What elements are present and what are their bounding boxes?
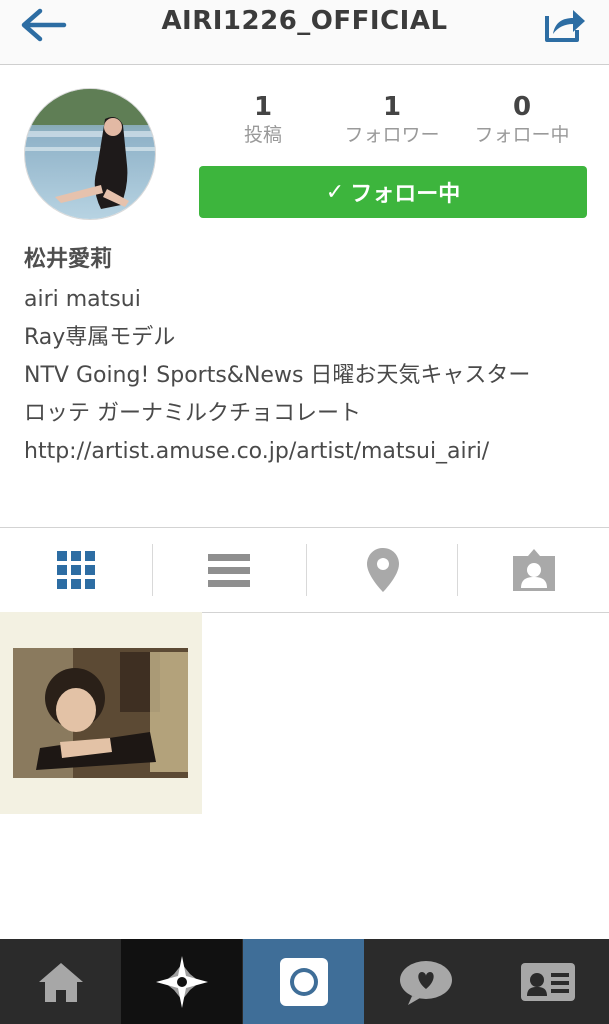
nav-activity[interactable] (365, 939, 486, 1024)
tagged-person-icon (513, 549, 555, 591)
share-button[interactable] (543, 6, 587, 44)
back-arrow-icon (21, 8, 67, 42)
location-pin-icon (367, 548, 399, 592)
nav-explore[interactable] (121, 939, 242, 1024)
followers-count: 1 (382, 92, 402, 122)
following-count: 0 (512, 92, 532, 122)
followers-label: フォロワー (344, 124, 440, 146)
bio-line: NTV Going! Sports&News 日曜お天気キャスター (24, 363, 531, 388)
posts-label: 投稿 (243, 124, 282, 146)
bio-line: Ray専属モデル (24, 325, 176, 350)
share-icon (545, 10, 585, 42)
nav-camera[interactable] (243, 939, 364, 1024)
stat-followers[interactable]: 1 フォロワー (332, 90, 452, 146)
profile-view-tabs (0, 527, 609, 613)
tab-location[interactable] (307, 528, 459, 612)
stat-following[interactable]: 0 フォロー中 (462, 90, 582, 146)
bottom-navigation (0, 939, 609, 1024)
back-button[interactable] (20, 8, 68, 42)
tab-tagged[interactable] (458, 528, 609, 612)
post-photo (0, 612, 202, 814)
home-icon (38, 962, 83, 1002)
bio-line: airi matsui (24, 287, 141, 312)
profile-bio: 松井愛莉 airi matsui Ray専属モデル NTV Going! Spo… (24, 243, 589, 471)
following-button[interactable]: ✓ フォロー中 (199, 166, 587, 218)
list-icon (208, 554, 250, 587)
page-title: AIRI1226_OFFICIAL (161, 6, 448, 36)
camera-icon (279, 957, 328, 1006)
post-thumbnail[interactable] (0, 612, 202, 814)
nav-profile[interactable] (487, 939, 608, 1024)
top-bar: AIRI1226_OFFICIAL (0, 0, 609, 65)
following-button-label: フォロー中 (350, 182, 461, 207)
nav-home[interactable] (0, 939, 121, 1024)
bio-line: ロッテ ガーナミルクチョコレート (24, 401, 361, 426)
posts-count: 1 (253, 92, 273, 122)
profile-link[interactable]: http://artist.amuse.co.jp/artist/matsui_… (24, 433, 589, 471)
profile-card-icon (520, 962, 575, 1001)
profile-avatar[interactable] (24, 88, 156, 220)
tab-grid[interactable] (0, 528, 152, 612)
activity-heart-icon (399, 960, 452, 1005)
stat-posts[interactable]: 1 投稿 (203, 90, 323, 146)
explore-star-icon (155, 955, 208, 1008)
following-label: フォロー中 (474, 124, 570, 146)
grid-icon (57, 551, 95, 589)
checkmark-icon: ✓ (325, 179, 345, 205)
profile-name: 松井愛莉 (24, 247, 113, 272)
tab-list[interactable] (153, 528, 305, 612)
avatar-photo (25, 89, 155, 219)
